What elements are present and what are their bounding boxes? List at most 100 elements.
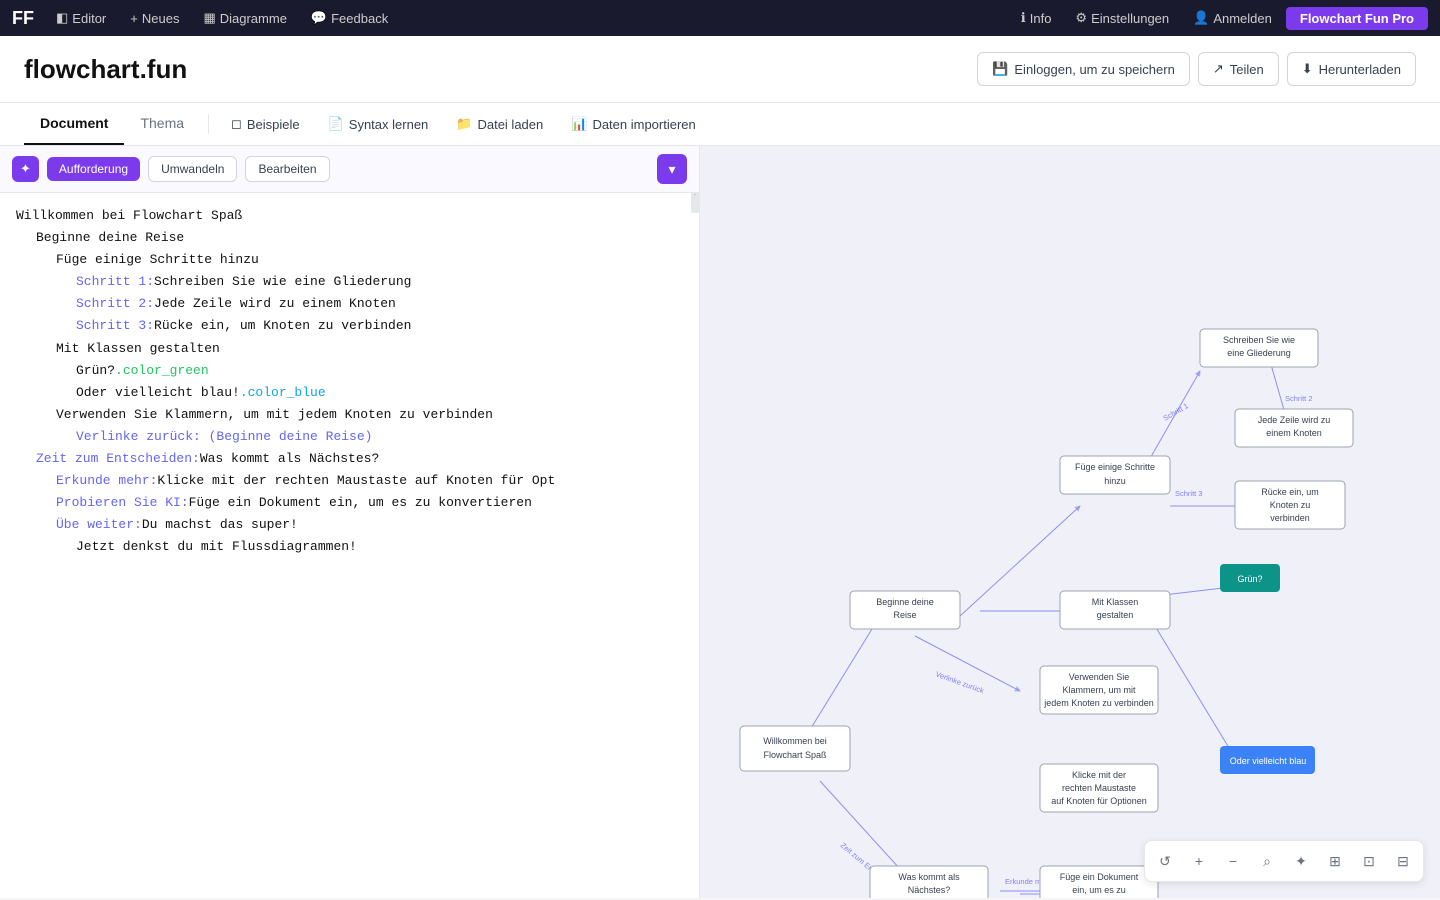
svg-text:Schreiben Sie wie: Schreiben Sie wie [1223, 335, 1295, 345]
toolbar-beispiele[interactable]: ◻ Beispiele [217, 108, 314, 140]
page-header: flowchart.fun 💾 Einloggen, um zu speiche… [0, 36, 1440, 103]
syntax-icon: 📄 [328, 116, 344, 132]
beispiele-label: Beispiele [247, 117, 300, 132]
svg-text:Nächstes?: Nächstes? [908, 885, 951, 895]
editor-panel: ✦ Aufforderung Umwandeln Bearbeiten ▾ Wi… [0, 146, 700, 898]
svg-text:Schritt 2: Schritt 2 [1285, 394, 1313, 403]
auto-layout-button[interactable]: ✦ [1285, 845, 1317, 877]
import-icon: 📊 [571, 116, 587, 132]
tab-divider [208, 114, 209, 134]
resize-handle[interactable]: ⁞ [691, 193, 699, 213]
svg-text:Grün?: Grün? [1237, 574, 1262, 584]
zoom-out-button[interactable]: − [1217, 845, 1249, 877]
nav-login[interactable]: 👤 Anmelden [1183, 6, 1282, 30]
tab-thema[interactable]: Thema [124, 103, 200, 145]
svg-text:Verwenden Sie: Verwenden Sie [1069, 672, 1130, 682]
svg-text:jedem Knoten zu verbinden: jedem Knoten zu verbinden [1043, 698, 1154, 708]
svg-text:auf Knoten für Optionen: auf Knoten für Optionen [1051, 796, 1147, 806]
editor-line-1: Beginne deine Reise [16, 227, 683, 249]
gear-icon: ⚙ [1075, 10, 1087, 26]
save-icon: 💾 [992, 61, 1008, 77]
pro-badge[interactable]: Flowchart Fun Pro [1286, 7, 1428, 30]
nav-right: ℹ Info ⚙ Einstellungen 👤 Anmelden Flowch… [1011, 6, 1428, 30]
page-title: flowchart.fun [24, 54, 187, 85]
svg-text:einem Knoten: einem Knoten [1266, 428, 1322, 438]
svg-text:Willkommen bei: Willkommen bei [763, 736, 827, 746]
editor-toolbar: ✦ Aufforderung Umwandeln Bearbeiten ▾ [0, 146, 699, 193]
datei-label: Datei laden [477, 117, 543, 132]
grid-button[interactable]: ⊞ [1319, 845, 1351, 877]
chevron-down-icon: ▾ [668, 161, 675, 178]
magic-button[interactable]: ✦ [12, 156, 39, 182]
main-content: ✦ Aufforderung Umwandeln Bearbeiten ▾ Wi… [0, 146, 1440, 898]
download-icon: ⬇ [1302, 61, 1313, 77]
nav-neues-label: Neues [142, 11, 180, 26]
code-editor[interactable]: Willkommen bei Flowchart Spaß Beginne de… [0, 193, 699, 898]
editor-line-2: Füge einige Schritte hinzu [16, 249, 683, 271]
zoom-in-button[interactable]: + [1183, 845, 1215, 877]
svg-text:Verlinke zurück: Verlinke zurück [934, 669, 985, 695]
editor-line-4: Schritt 2: Jede Zeile wird zu einem Knot… [16, 293, 683, 315]
download-button[interactable]: ⬇ Herunterladen [1287, 52, 1416, 86]
nav-info[interactable]: ℹ Info [1011, 6, 1062, 30]
nav-info-label: Info [1030, 11, 1052, 26]
editor-line-8: Oder vielleicht blau! .color_blue [16, 382, 683, 404]
svg-text:gestalten: gestalten [1097, 610, 1134, 620]
download-label: Herunterladen [1319, 62, 1401, 77]
fit-button[interactable]: ⌕ [1251, 845, 1283, 877]
syntax-label: Syntax lernen [349, 117, 429, 132]
svg-text:Jede Zeile wird zu: Jede Zeile wird zu [1258, 415, 1331, 425]
refresh-button[interactable]: ↺ [1149, 845, 1181, 877]
umwandeln-button[interactable]: Umwandeln [148, 156, 237, 182]
nav-diagramme-label: Diagramme [220, 11, 287, 26]
svg-text:Mit Klassen: Mit Klassen [1092, 597, 1139, 607]
toolbar-import[interactable]: 📊 Daten importieren [557, 108, 710, 140]
grid-icon: ▦ [203, 10, 215, 26]
editor-line-5: Schritt 3: Rücke ein, um Knoten zu verbi… [16, 315, 683, 337]
save-button[interactable]: 💾 Einloggen, um zu speichern [977, 52, 1190, 86]
svg-text:Schritt 3: Schritt 3 [1175, 489, 1203, 498]
plus-icon: + [130, 11, 138, 26]
info-icon: ℹ [1021, 10, 1026, 26]
diagram-toolbar: ↺ + − ⌕ ✦ ⊞ ⊡ ⊟ [1144, 840, 1424, 882]
nav-login-label: Anmelden [1213, 11, 1272, 26]
editor-line-3: Schritt 1: Schreiben Sie wie eine Gliede… [16, 271, 683, 293]
aufforderung-button[interactable]: Aufforderung [47, 157, 140, 181]
editor-line-12: Erkunde mehr: Klicke mit der rechten Mau… [16, 470, 683, 492]
svg-text:rechten Maustaste: rechten Maustaste [1062, 783, 1136, 793]
nav-neues[interactable]: + Neues [120, 7, 189, 30]
nav-editor[interactable]: ◧ Editor [46, 6, 116, 30]
wand-icon: ✦ [20, 161, 31, 177]
svg-text:Füge ein Dokument: Füge ein Dokument [1060, 872, 1139, 882]
toolbar-syntax[interactable]: 📄 Syntax lernen [314, 108, 443, 140]
user-icon: 👤 [1193, 10, 1209, 26]
svg-text:Rücke ein, um: Rücke ein, um [1261, 487, 1319, 497]
bearbeiten-button[interactable]: Bearbeiten [245, 156, 329, 182]
nav-settings[interactable]: ⚙ Einstellungen [1065, 6, 1179, 30]
layout-button[interactable]: ⊡ [1353, 845, 1385, 877]
editor-line-6: Mit Klassen gestalten [16, 338, 683, 360]
datei-icon: 📁 [456, 116, 472, 132]
editor-line-14: Übe weiter: Du machst das super! [16, 514, 683, 536]
share-icon: ↗ [1213, 61, 1224, 77]
nav-feedback[interactable]: 💬 Feedback [301, 6, 398, 30]
diagram-panel: Schritt 1 Schritt 2 Schritt 3 Verlinke z… [700, 146, 1440, 898]
nav-diagramme[interactable]: ▦ Diagramme [193, 6, 296, 30]
beispiele-icon: ◻ [231, 116, 242, 132]
svg-text:Flowchart Spaß: Flowchart Spaß [763, 750, 827, 760]
import-label: Daten importieren [592, 117, 695, 132]
svg-text:ein, um es zu: ein, um es zu [1072, 885, 1126, 895]
toolbar-datei[interactable]: 📁 Datei laden [442, 108, 557, 140]
save-label: Einloggen, um zu speichern [1014, 62, 1174, 77]
navbar: FF ◧ Editor + Neues ▦ Diagramme 💬 Feedba… [0, 0, 1440, 36]
svg-text:Füge einige Schritte: Füge einige Schritte [1075, 462, 1155, 472]
editor-line-13: Probieren Sie KI: Füge ein Dokument ein,… [16, 492, 683, 514]
collapse-button[interactable]: ▾ [657, 154, 687, 184]
editor-line-7: Grün? .color_green [16, 360, 683, 382]
svg-text:eine Gliederung: eine Gliederung [1227, 348, 1291, 358]
options-button[interactable]: ⊟ [1387, 845, 1419, 877]
app-logo: FF [12, 8, 34, 29]
share-button[interactable]: ↗ Teilen [1198, 52, 1279, 86]
tab-document[interactable]: Document [24, 103, 124, 145]
svg-text:Knoten zu: Knoten zu [1270, 500, 1311, 510]
